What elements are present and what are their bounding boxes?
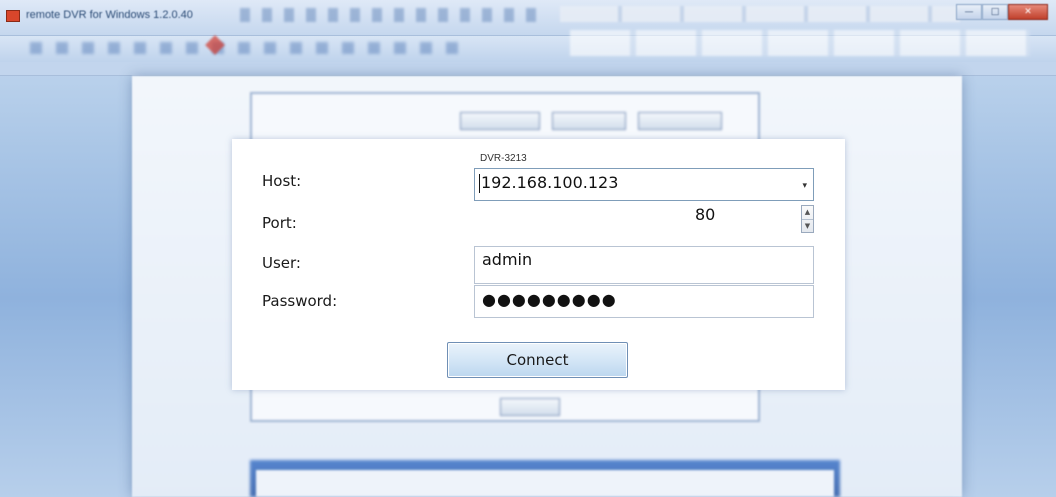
window-controls: — □ ✕: [956, 4, 1048, 20]
user-label: User:: [262, 254, 301, 272]
password-field[interactable]: ●●●●●●●●●: [474, 285, 814, 318]
host-label: Host:: [262, 172, 302, 190]
user-field[interactable]: admin: [474, 246, 814, 284]
minimize-button[interactable]: —: [956, 4, 982, 20]
dvr-app-icon: [6, 10, 20, 22]
background-button: [460, 112, 540, 130]
close-button[interactable]: ✕: [1008, 4, 1048, 20]
quick-access-toolbar[interactable]: [240, 8, 540, 22]
host-combobox[interactable]: 192.168.100.123 ▾: [474, 168, 814, 201]
background-button: [500, 398, 560, 416]
port-label: Port:: [262, 214, 297, 232]
connect-button[interactable]: Connect: [447, 342, 628, 378]
background-button: [638, 112, 722, 130]
user-value: admin: [482, 250, 533, 269]
device-name: DVR-3213: [480, 153, 527, 164]
ribbon-tabs[interactable]: [560, 6, 960, 22]
background-button: [552, 112, 626, 130]
window-title: remote DVR for Windows 1.2.0.40: [26, 9, 193, 21]
host-value: 192.168.100.123: [478, 173, 619, 193]
password-mask: ●●●●●●●●●: [482, 290, 617, 309]
ribbon-groups[interactable]: [570, 30, 1030, 56]
background-subwindow: [256, 470, 834, 497]
subtoolbar: [0, 62, 1056, 76]
port-value: 80: [695, 205, 716, 224]
port-stepper[interactable]: 80 ▲ ▼: [474, 203, 814, 238]
password-label: Password:: [262, 292, 338, 310]
chevron-down-icon[interactable]: ▾: [802, 181, 807, 191]
maximize-button[interactable]: □: [982, 4, 1008, 20]
port-spinner[interactable]: ▲ ▼: [801, 205, 814, 233]
toolbar-icons[interactable]: [30, 42, 460, 54]
chevron-up-icon[interactable]: ▲: [802, 206, 813, 219]
chevron-down-icon[interactable]: ▼: [802, 218, 813, 233]
